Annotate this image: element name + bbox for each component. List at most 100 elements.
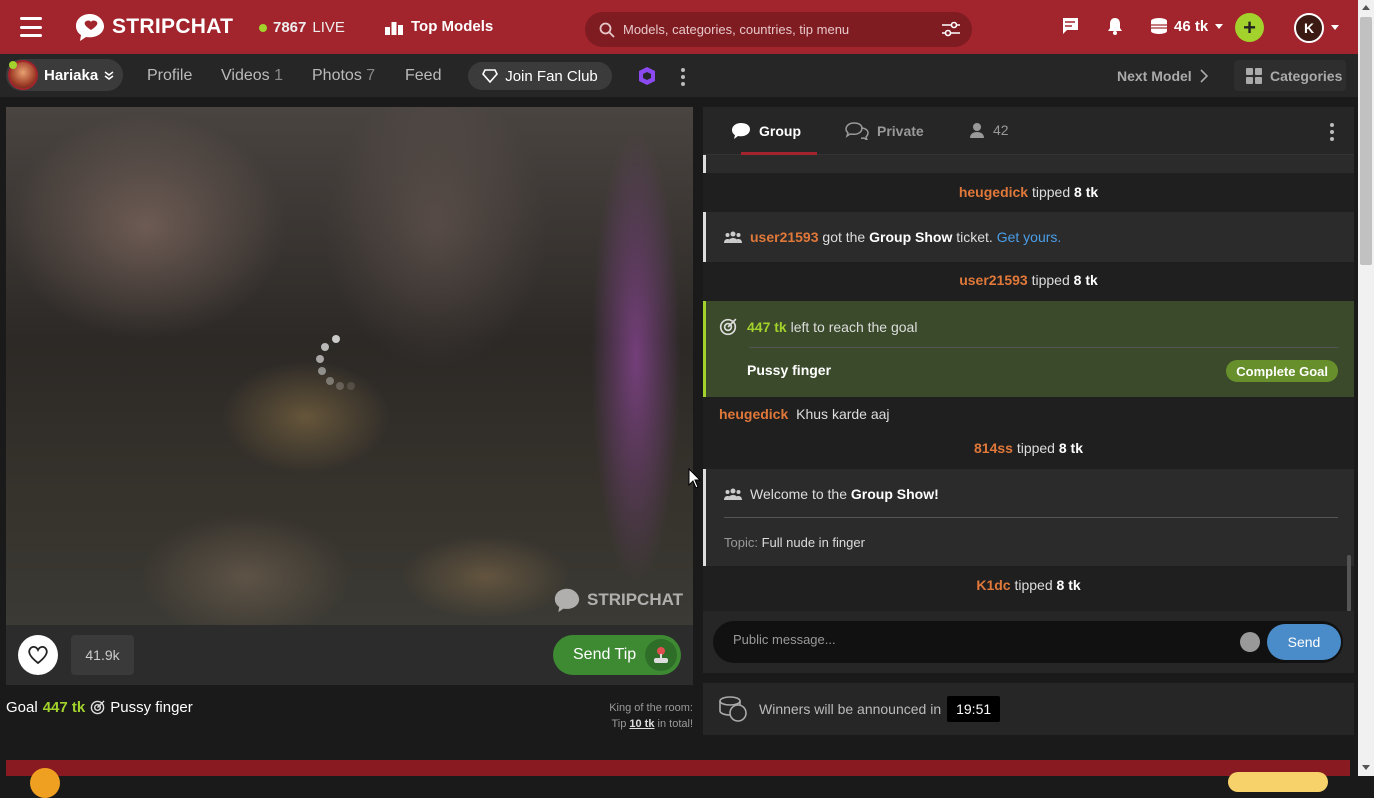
categories-label: Categories bbox=[1270, 67, 1343, 84]
tip-amount: 8 tk bbox=[1056, 577, 1081, 593]
loading-spinner-icon bbox=[316, 335, 366, 397]
show-name: Group Show! bbox=[850, 486, 939, 502]
tab-videos-label: Videos bbox=[221, 67, 270, 84]
message-text: tipped bbox=[1014, 577, 1053, 593]
grid-icon bbox=[1246, 67, 1262, 84]
scrollbar-thumb[interactable] bbox=[1360, 17, 1372, 265]
get-yours-link[interactable]: Get yours. bbox=[997, 229, 1062, 245]
scroll-down-icon[interactable] bbox=[1362, 765, 1370, 770]
complete-goal-button[interactable]: Complete Goal bbox=[1226, 360, 1338, 382]
chat-scrollbar[interactable] bbox=[1347, 555, 1351, 611]
message-text: got the bbox=[822, 229, 866, 245]
list-item bbox=[703, 155, 1354, 173]
favorites-count: 41.9k bbox=[71, 635, 134, 675]
message-input[interactable] bbox=[733, 632, 1213, 647]
chevron-down-icon[interactable] bbox=[1331, 25, 1339, 30]
tab-users[interactable]: 42 bbox=[969, 122, 1009, 138]
promo-button[interactable] bbox=[1228, 772, 1328, 792]
send-button[interactable]: Send bbox=[1267, 624, 1341, 660]
logo-icon bbox=[554, 588, 580, 613]
tab-photos[interactable]: Photos 7 bbox=[312, 67, 375, 85]
mouse-cursor-icon bbox=[688, 468, 702, 489]
join-fan-club-button[interactable]: Join Fan Club bbox=[468, 62, 612, 90]
top-bar: STRIPCHAT 7867 LIVE Top Models 46 tk + K bbox=[0, 0, 1358, 54]
ultimate-badge-icon[interactable] bbox=[637, 66, 657, 86]
model-chip[interactable]: Hariaka bbox=[6, 59, 123, 91]
message-text: tipped bbox=[1031, 272, 1070, 288]
model-avatar bbox=[8, 60, 38, 90]
divider bbox=[749, 347, 1338, 348]
goal-label: Goal bbox=[6, 699, 38, 716]
target-icon bbox=[719, 318, 737, 336]
joystick-icon bbox=[645, 639, 677, 671]
tab-profile[interactable]: Profile bbox=[147, 67, 192, 85]
chat-composer: Send bbox=[703, 611, 1354, 673]
chevron-right-icon bbox=[1200, 69, 1208, 83]
more-options-icon[interactable] bbox=[681, 68, 685, 86]
tip-amount: 8 tk bbox=[1074, 184, 1099, 200]
live-label: LIVE bbox=[312, 19, 345, 36]
king-amount[interactable]: 10 tk bbox=[629, 718, 654, 730]
logo[interactable]: STRIPCHAT bbox=[74, 12, 233, 42]
live-count[interactable]: 7867 LIVE bbox=[259, 19, 345, 36]
search-input[interactable] bbox=[623, 22, 923, 37]
goal-message: 447 tk left to reach the goal Pussy fing… bbox=[703, 301, 1354, 397]
username[interactable]: heugedick bbox=[959, 184, 1028, 200]
username[interactable]: user21593 bbox=[959, 272, 1028, 288]
chevron-down-icon bbox=[1215, 23, 1224, 29]
video-player[interactable]: STRIPCHAT bbox=[6, 107, 693, 625]
users-count: 42 bbox=[993, 122, 1009, 138]
bell-icon[interactable] bbox=[1107, 17, 1123, 35]
username[interactable]: heugedick bbox=[719, 406, 788, 422]
goal-remaining: 447 tk bbox=[747, 319, 787, 335]
chat-options-icon[interactable] bbox=[1330, 123, 1334, 141]
token-balance[interactable]: 46 tk bbox=[1150, 17, 1224, 35]
fan-club-label: Join Fan Club bbox=[505, 67, 598, 85]
tab-private-label: Private bbox=[877, 123, 924, 139]
list-item: heugedick Khus karde aaj bbox=[703, 406, 1354, 422]
tab-group-label: Group bbox=[759, 123, 801, 139]
group-icon bbox=[724, 231, 742, 243]
tab-feed[interactable]: Feed bbox=[405, 67, 441, 85]
group-icon bbox=[724, 488, 742, 500]
tab-photos-label: Photos bbox=[312, 67, 362, 84]
search-icon bbox=[599, 22, 615, 38]
chat-bubbles-icon bbox=[845, 122, 869, 140]
categories-button[interactable]: Categories bbox=[1234, 60, 1346, 91]
send-tip-button[interactable]: Send Tip bbox=[553, 635, 681, 675]
photos-count: 7 bbox=[366, 67, 376, 84]
message-text: tipped bbox=[1016, 440, 1055, 456]
username[interactable]: user21593 bbox=[750, 229, 819, 245]
king-line1: King of the room: bbox=[609, 702, 693, 714]
top-models-link[interactable]: Top Models bbox=[385, 18, 493, 35]
user-avatar[interactable]: K bbox=[1294, 13, 1324, 43]
user-icon bbox=[970, 123, 984, 138]
divider bbox=[724, 517, 1338, 518]
favorite-button[interactable] bbox=[18, 635, 58, 675]
buy-tokens-button[interactable]: + bbox=[1235, 13, 1264, 42]
search-bar[interactable] bbox=[585, 12, 972, 47]
tab-group[interactable]: Group bbox=[731, 122, 801, 140]
emoji-icon[interactable] bbox=[1240, 632, 1260, 652]
promo-banner[interactable] bbox=[6, 760, 1350, 798]
page-scrollbar[interactable] bbox=[1358, 0, 1374, 776]
coin-icon bbox=[30, 768, 60, 798]
goal-name: Pussy finger bbox=[747, 362, 832, 378]
chat-messages[interactable]: heugedick tipped 8 tk user21593 got the … bbox=[703, 155, 1354, 611]
message-input-wrapper: Send bbox=[713, 621, 1343, 663]
message-text: Khus karde aaj bbox=[796, 406, 890, 422]
tab-private[interactable]: Private bbox=[845, 122, 924, 140]
tab-videos[interactable]: Videos 1 bbox=[221, 67, 283, 85]
chat-bubble-icon bbox=[732, 123, 750, 139]
next-model-button[interactable]: Next Model bbox=[1117, 68, 1208, 84]
username[interactable]: 814ss bbox=[974, 440, 1013, 456]
topic-label: Topic: bbox=[724, 535, 758, 550]
next-model-label: Next Model bbox=[1117, 68, 1192, 84]
username[interactable]: K1dc bbox=[976, 577, 1010, 593]
messages-icon[interactable] bbox=[1061, 17, 1079, 35]
filter-icon[interactable] bbox=[942, 21, 960, 37]
target-icon bbox=[90, 700, 105, 715]
hamburger-menu-icon[interactable] bbox=[20, 17, 42, 37]
videos-count: 1 bbox=[274, 67, 283, 84]
scroll-up-icon[interactable] bbox=[1362, 5, 1370, 10]
